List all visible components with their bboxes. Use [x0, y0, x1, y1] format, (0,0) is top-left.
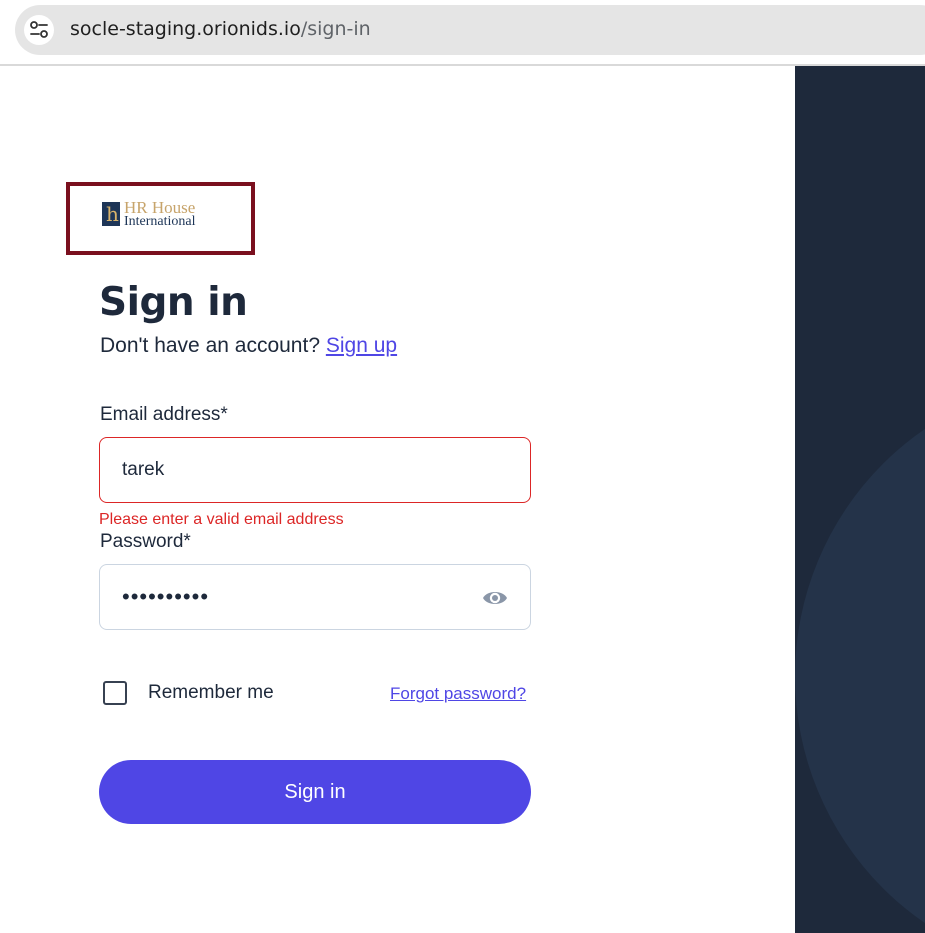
email-error-message: Please enter a valid email address [99, 511, 344, 528]
password-value: •••••••••• [122, 584, 210, 609]
company-logo: h HR House International [66, 182, 255, 255]
site-info-icon[interactable] [24, 15, 54, 45]
decorative-arc [795, 376, 925, 933]
password-label: Password* [100, 531, 191, 552]
email-value: tarek [122, 459, 165, 480]
no-account-text: Don't have an account? [100, 334, 320, 357]
email-label: Email address* [100, 404, 228, 425]
logo-mark-icon: h [102, 202, 120, 226]
tune-icon [30, 21, 48, 38]
email-field[interactable]: tarek [99, 437, 531, 503]
url-path: /sign-in [300, 18, 371, 40]
password-field[interactable]: •••••••••• [99, 564, 531, 630]
remember-me-checkbox[interactable] [103, 681, 127, 705]
page-title: Sign in [99, 280, 248, 325]
signup-link[interactable]: Sign up [326, 334, 397, 357]
remember-me-label[interactable]: Remember me [148, 682, 274, 704]
forgot-password-link[interactable]: Forgot password? [390, 684, 526, 704]
decorative-side-panel [795, 66, 925, 933]
url-text[interactable]: socle-staging.orionids.io/sign-in [70, 18, 371, 40]
address-bar[interactable]: socle-staging.orionids.io/sign-in [15, 5, 925, 55]
eye-icon[interactable] [482, 587, 508, 609]
logo-text-line2: International [124, 214, 196, 229]
sign-in-button[interactable]: Sign in [99, 760, 531, 824]
url-host: socle-staging.orionids.io [70, 18, 301, 40]
signup-prompt: Don't have an account? Sign up [100, 334, 397, 358]
browser-toolbar: socle-staging.orionids.io/sign-in [0, 0, 925, 66]
